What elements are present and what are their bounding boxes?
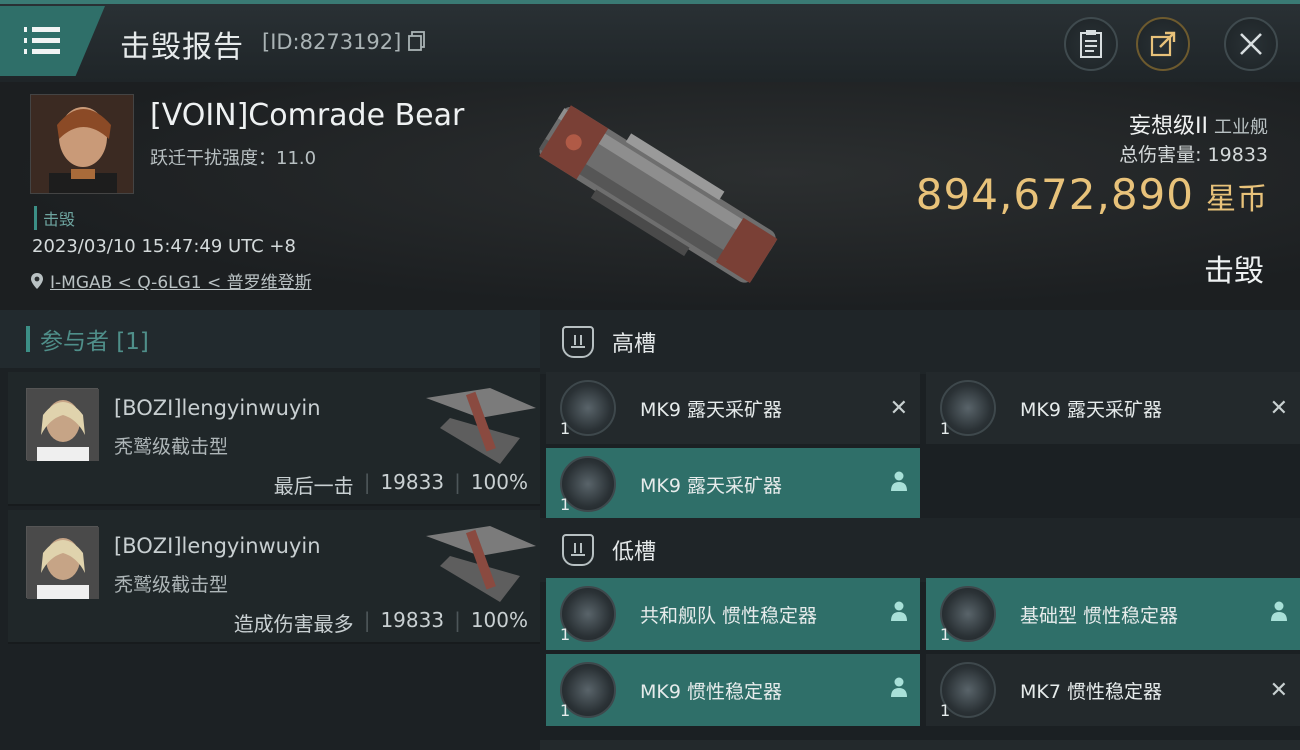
ship-class: 工业舰	[1214, 117, 1268, 138]
high-slot-icon	[562, 326, 594, 358]
ship-name: 妄想级II	[1129, 114, 1208, 139]
module-qty: 1	[560, 701, 571, 720]
attacker-portrait-icon	[27, 389, 99, 461]
copy-icon[interactable]	[408, 31, 426, 51]
destroyed-x-icon: ✕	[1269, 677, 1288, 703]
isk-unit: 星币	[1206, 182, 1268, 217]
share-button[interactable]	[1136, 17, 1190, 71]
attacker-stats: 最后一击 | 19833 | 100%	[274, 470, 528, 499]
total-damage: 总伤害量: 19833	[1119, 144, 1268, 166]
attacker-damage: 19833	[380, 470, 445, 494]
isk-value: 894,672,890 星币	[916, 170, 1268, 219]
module-name: MK9 露天采矿器	[640, 474, 782, 497]
pilot-portrait-icon	[31, 95, 133, 193]
attacker-role: 造成伤害最多	[233, 612, 354, 636]
participant-card[interactable]: [BOZI]lengyinwuyin 秃鹫级截击型 最后一击 | 19833 |…	[8, 372, 540, 506]
participants-title: 参与者 [1]	[40, 329, 149, 355]
module-name: MK7 惯性稳定器	[1020, 680, 1162, 703]
location-pin-icon	[31, 272, 43, 289]
module-name: 共和舰队 惯性稳定器	[640, 604, 818, 627]
module-item[interactable]: 1 MK9 惯性稳定器	[546, 654, 920, 726]
module-qty: 1	[560, 419, 571, 438]
fitting-panel: 高槽 1 MK9 露天采矿器 ✕ 1 MK9 露天采矿器 ✕ 1 MK9 露天采…	[540, 310, 1300, 750]
module-name: MK9 露天采矿器	[640, 398, 782, 421]
page-title: 击毁报告	[120, 30, 244, 65]
top-bar: 击毁报告 [ID:8273192]	[0, 0, 1300, 82]
share-icon	[1150, 31, 1176, 57]
location-link[interactable]: I-MGAB < Q-6LG1 < 普罗维登斯	[50, 268, 312, 293]
low-slot-icon	[562, 534, 594, 566]
low-slot-header: 低槽	[540, 518, 1300, 582]
attacker-damage: 19833	[380, 608, 445, 632]
module-item[interactable]: 1 MK9 露天采矿器 ✕	[926, 372, 1300, 444]
module-qty: 1	[560, 625, 571, 644]
module-item[interactable]: 1 MK9 露天采矿器 ✕	[546, 372, 920, 444]
menu-button[interactable]	[0, 6, 105, 76]
module-qty: 1	[560, 495, 571, 514]
kill-timestamp: 2023/03/10 15:47:49 UTC +8	[32, 236, 296, 257]
clipboard-icon	[1080, 30, 1102, 58]
victim-ship[interactable]: 妄想级II 工业舰	[1129, 108, 1268, 140]
attacker-ship-image	[426, 388, 536, 464]
victim-ship-image	[538, 105, 778, 284]
module-name: MK9 露天采矿器	[1020, 398, 1162, 421]
isk-amount: 894,672,890	[915, 170, 1194, 219]
module-qty: 1	[940, 625, 951, 644]
participants-panel: 参与者 [1] [BOZI]lengyinwuyin 秃鹫级截击型 最后一击 |…	[0, 310, 540, 750]
stat-separator: |	[454, 608, 461, 632]
kill-location[interactable]: I-MGAB < Q-6LG1 < 普罗维登斯	[30, 268, 312, 293]
high-slot-header: 高槽	[540, 310, 1300, 374]
destroyed-x-icon: ✕	[889, 395, 908, 421]
dropped-person-icon	[1270, 601, 1288, 627]
dropped-person-icon	[890, 601, 908, 627]
attacker-avatar[interactable]	[26, 388, 99, 461]
attacker-stats: 造成伤害最多 | 19833 | 100%	[234, 608, 528, 637]
module-name: 基础型 惯性稳定器	[1020, 604, 1179, 627]
killmail-id-text: [ID:8273192]	[262, 30, 402, 54]
victim-summary: [VOIN]Comrade Bear 跃迁干扰强度：11.0 击毁 2023/0…	[0, 82, 1300, 310]
status-badge: 击毁	[34, 206, 75, 230]
stat-separator: |	[454, 470, 461, 494]
top-accent-line	[0, 0, 1300, 4]
participants-header: 参与者 [1]	[0, 310, 540, 368]
clipboard-button[interactable]	[1064, 17, 1118, 71]
close-icon	[1240, 33, 1262, 55]
stat-separator: |	[363, 608, 371, 632]
header-accent-bar	[26, 326, 30, 352]
victim-portrait[interactable]	[30, 94, 134, 194]
destroyed-x-icon: ✕	[1269, 395, 1288, 421]
hamburger-icon	[24, 27, 60, 54]
stat-separator: |	[363, 470, 371, 494]
close-button[interactable]	[1224, 17, 1278, 71]
attacker-name[interactable]: [BOZI]lengyinwuyin	[114, 534, 321, 558]
kill-result: 击毁	[1204, 254, 1264, 289]
low-slot-label: 低槽	[612, 540, 657, 565]
killmail-id[interactable]: [ID:8273192]	[262, 30, 426, 54]
attacker-ship-image	[426, 526, 536, 602]
attacker-name[interactable]: [BOZI]lengyinwuyin	[114, 396, 321, 420]
module-item[interactable]: 1 MK7 惯性稳定器 ✕	[926, 654, 1300, 726]
attacker-percent: 100%	[470, 470, 528, 494]
attacker-percent: 100%	[470, 608, 528, 632]
high-slot-label: 高槽	[612, 332, 657, 357]
dropped-person-icon	[890, 677, 908, 703]
victim-name[interactable]: [VOIN]Comrade Bear	[150, 98, 464, 133]
attacker-portrait-icon	[27, 527, 99, 599]
module-item[interactable]: 1 基础型 惯性稳定器	[926, 578, 1300, 650]
module-qty: 1	[940, 701, 951, 720]
warp-strength: 跃迁干扰强度：11.0	[150, 148, 317, 169]
module-qty: 1	[940, 419, 951, 438]
attacker-ship: 秃鹫级截击型	[114, 574, 229, 596]
attacker-role: 最后一击	[273, 474, 354, 498]
module-name: MK9 惯性稳定器	[640, 680, 782, 703]
module-item[interactable]: 1 共和舰队 惯性稳定器	[546, 578, 920, 650]
next-section-peek	[540, 740, 1300, 750]
attacker-ship: 秃鹫级截击型	[114, 436, 229, 458]
participant-card[interactable]: [BOZI]lengyinwuyin 秃鹫级截击型 造成伤害最多 | 19833…	[8, 510, 540, 644]
module-item[interactable]: 1 MK9 露天采矿器	[546, 448, 920, 520]
attacker-avatar[interactable]	[26, 526, 99, 599]
dropped-person-icon	[890, 471, 908, 497]
